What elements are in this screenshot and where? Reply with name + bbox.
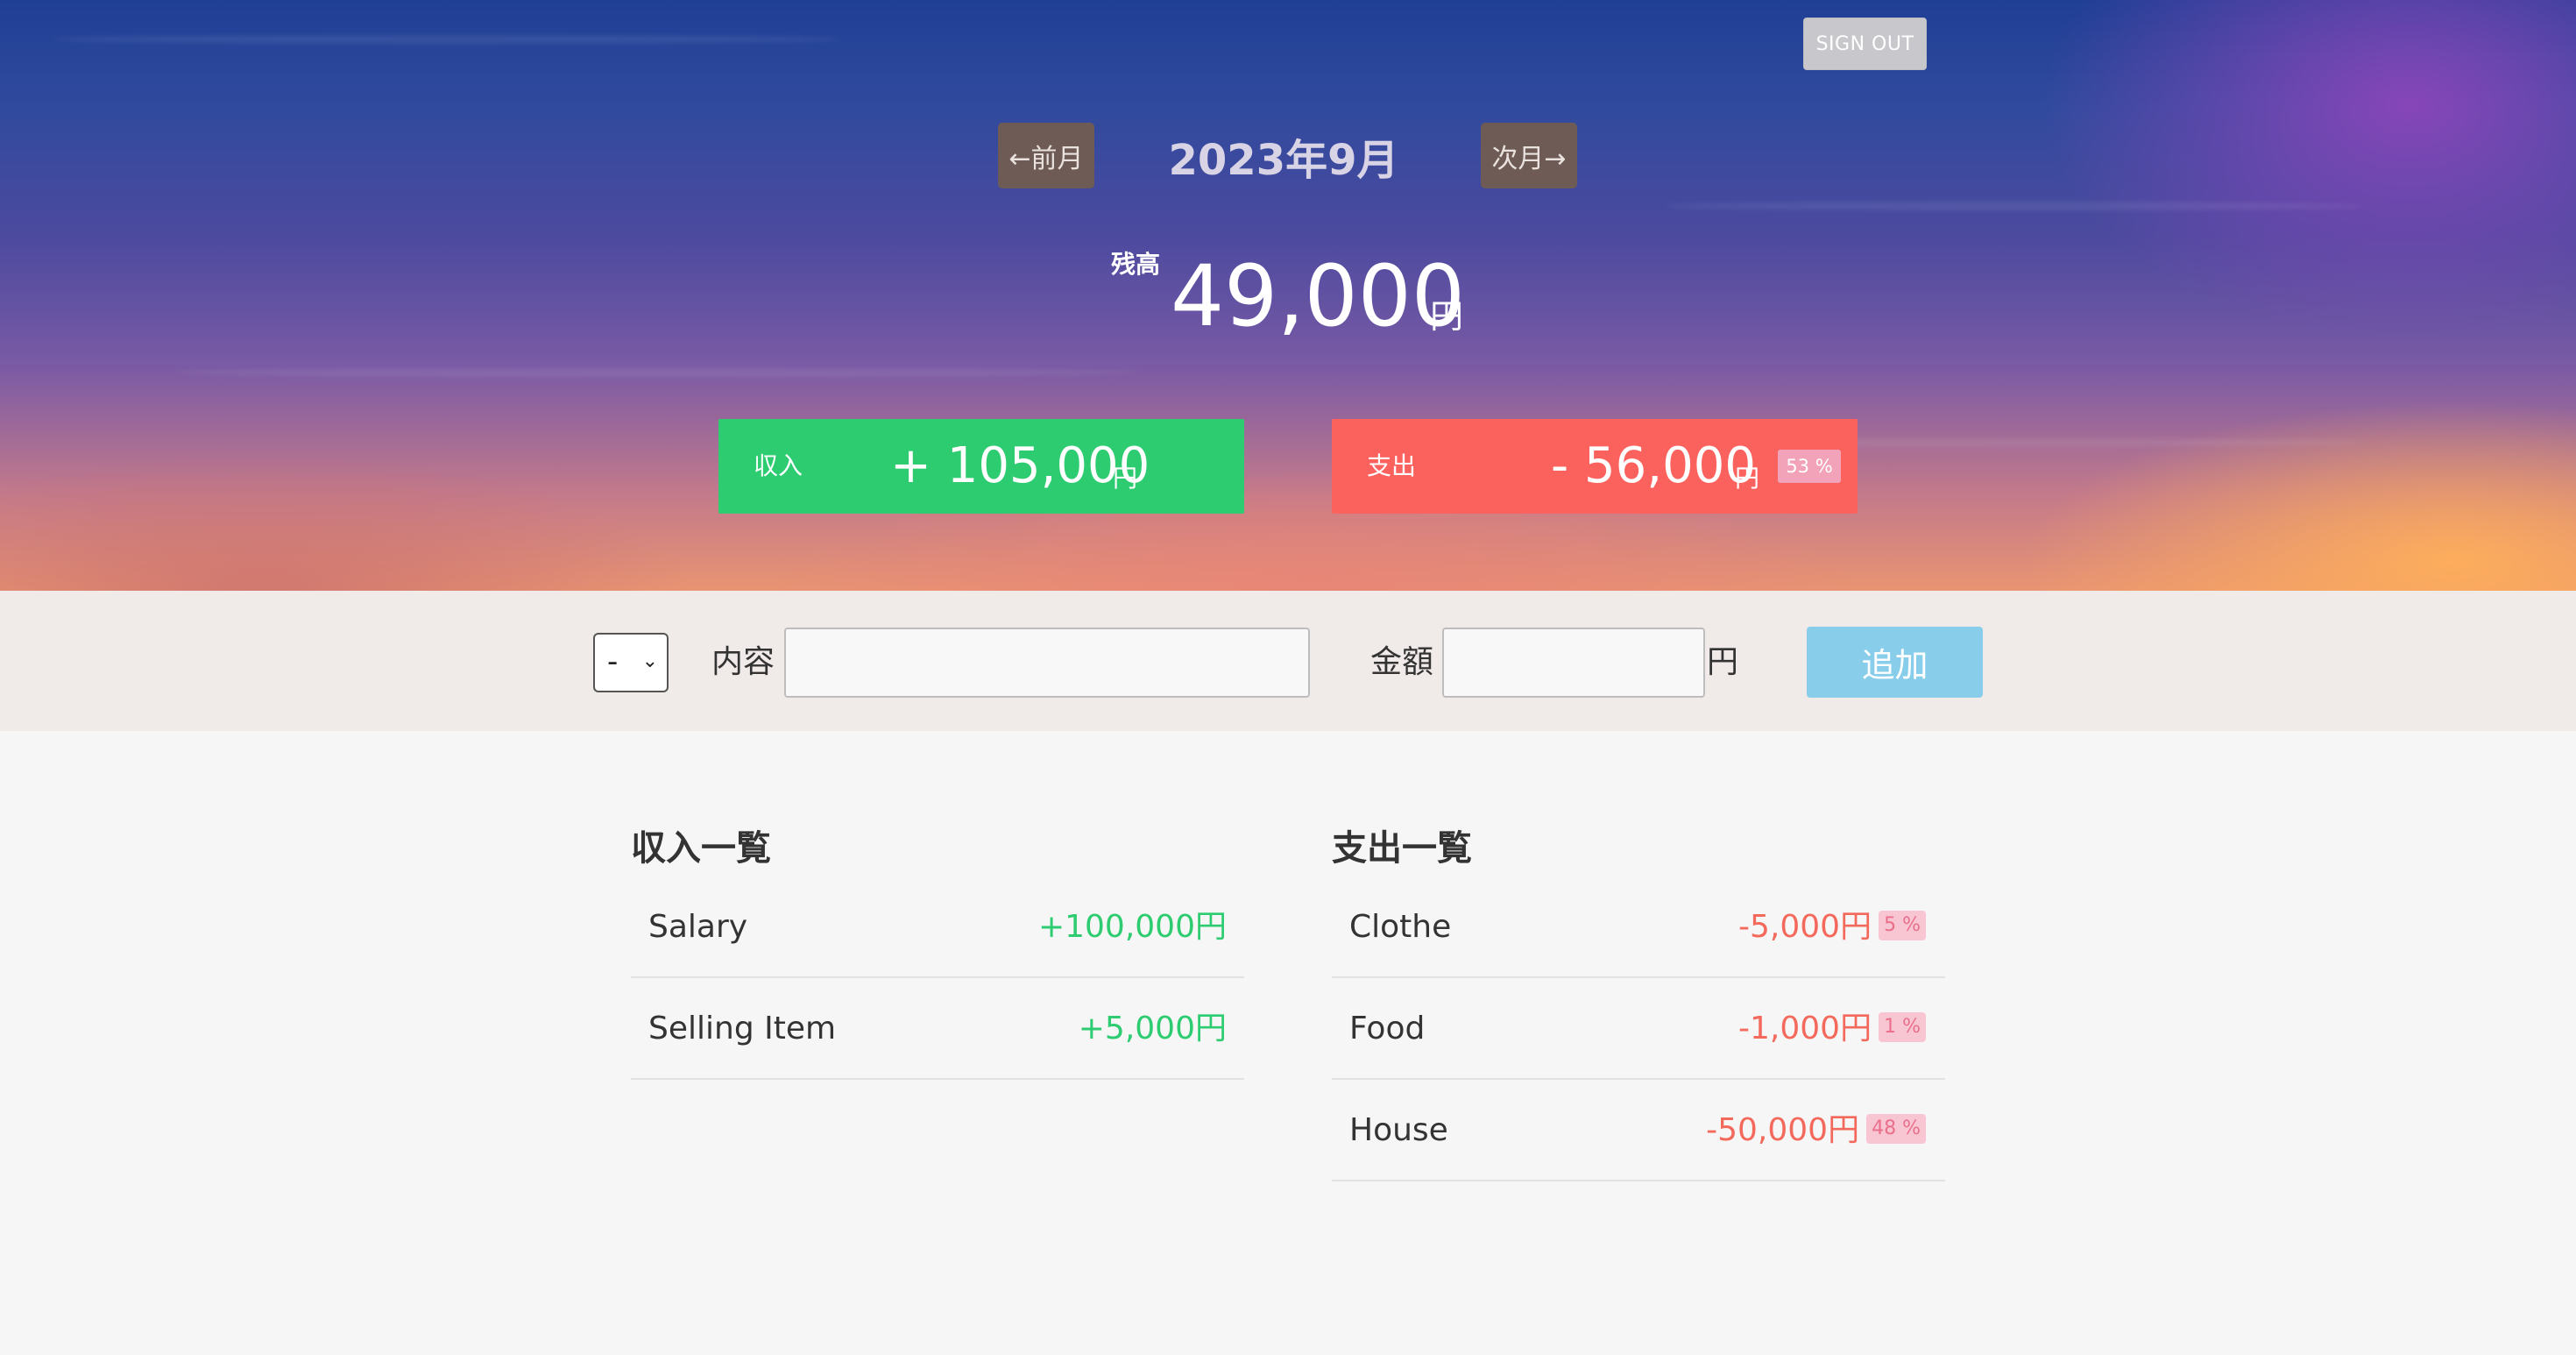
expense-summary-card: 支出 - 56,000 円 53 %: [1332, 419, 1858, 514]
list-item[interactable]: Food -1,000円 1 %: [1332, 978, 1945, 1080]
list-item[interactable]: Salary +100,000円: [631, 876, 1244, 978]
prev-month-button[interactable]: ←前月: [998, 123, 1094, 188]
item-name: Salary: [648, 909, 748, 945]
next-month-button[interactable]: 次月→: [1481, 123, 1577, 188]
item-percent-badge: 5 %: [1879, 911, 1926, 940]
balance-label: 残高: [1111, 250, 1161, 279]
item-value: +5,000円: [1078, 1011, 1227, 1046]
content-label: 内容: [711, 644, 775, 680]
item-value: -5,000円: [1738, 909, 1872, 945]
item-name: Clothe: [1349, 909, 1452, 945]
item-name: House: [1349, 1112, 1448, 1148]
balance-value: 49,000: [1171, 247, 1465, 345]
type-select[interactable]: - ⌄: [593, 633, 669, 692]
cloud-streak: [175, 368, 1139, 377]
list-item[interactable]: Selling Item +5,000円: [631, 978, 1244, 1080]
sign-out-button[interactable]: SIGN OUT: [1803, 18, 1927, 70]
balance-unit: 円: [1430, 297, 1464, 336]
expense-percent-badge: 53 %: [1778, 450, 1841, 483]
list-item[interactable]: House -50,000円 48 %: [1332, 1080, 1945, 1181]
expense-summary-label: 支出: [1367, 451, 1417, 480]
item-value: -1,000円: [1738, 1011, 1872, 1046]
chevron-down-icon: ⌄: [641, 650, 658, 672]
type-select-value: -: [607, 644, 619, 679]
item-name: Food: [1349, 1011, 1426, 1046]
income-summary-unit: 円: [1113, 464, 1138, 493]
income-summary-card: 収入 + 105,000 円: [718, 419, 1244, 514]
add-button[interactable]: 追加: [1807, 627, 1983, 698]
current-month-title: 2023年9月: [1168, 135, 1399, 185]
list-item[interactable]: Clothe -5,000円 5 %: [1332, 876, 1945, 978]
item-value-wrap: -1,000円 1 %: [1738, 978, 1926, 1080]
income-summary-amount: + 105,000: [890, 437, 1150, 494]
expense-summary-amount: - 56,000: [1551, 437, 1756, 494]
content-input[interactable]: [784, 628, 1310, 698]
cloud-streak: [53, 35, 841, 44]
item-value: -50,000円: [1706, 1112, 1860, 1148]
item-name: Selling Item: [648, 1011, 837, 1046]
add-entry-form: - ⌄ 内容 金額 円 追加: [0, 591, 2576, 731]
amount-unit: 円: [1707, 644, 1739, 680]
item-percent-badge: 1 %: [1879, 1012, 1926, 1042]
income-summary-label: 収入: [754, 451, 803, 480]
amount-label: 金額: [1370, 644, 1434, 680]
expense-summary-unit: 円: [1735, 464, 1760, 493]
cloud-streak: [1665, 202, 2366, 210]
item-value: +100,000円: [1037, 909, 1227, 945]
amount-input[interactable]: [1442, 628, 1705, 698]
income-list-title: 収入一覧: [631, 828, 771, 869]
expense-list: 支出一覧 Clothe -5,000円 5 % Food -1,000円 1 % H…: [1332, 820, 1945, 1181]
item-percent-badge: 48 %: [1866, 1114, 1926, 1144]
item-value-wrap: -50,000円 48 %: [1706, 1080, 1926, 1181]
income-list: 収入一覧 Salary +100,000円 Selling Item +5,00…: [631, 820, 1244, 1080]
expense-list-title: 支出一覧: [1332, 828, 1472, 869]
hero-banner: SIGN OUT ←前月 2023年9月 次月→ 残高 49,000 円 収入 …: [0, 0, 2576, 591]
item-value-wrap: -5,000円 5 %: [1738, 876, 1926, 978]
